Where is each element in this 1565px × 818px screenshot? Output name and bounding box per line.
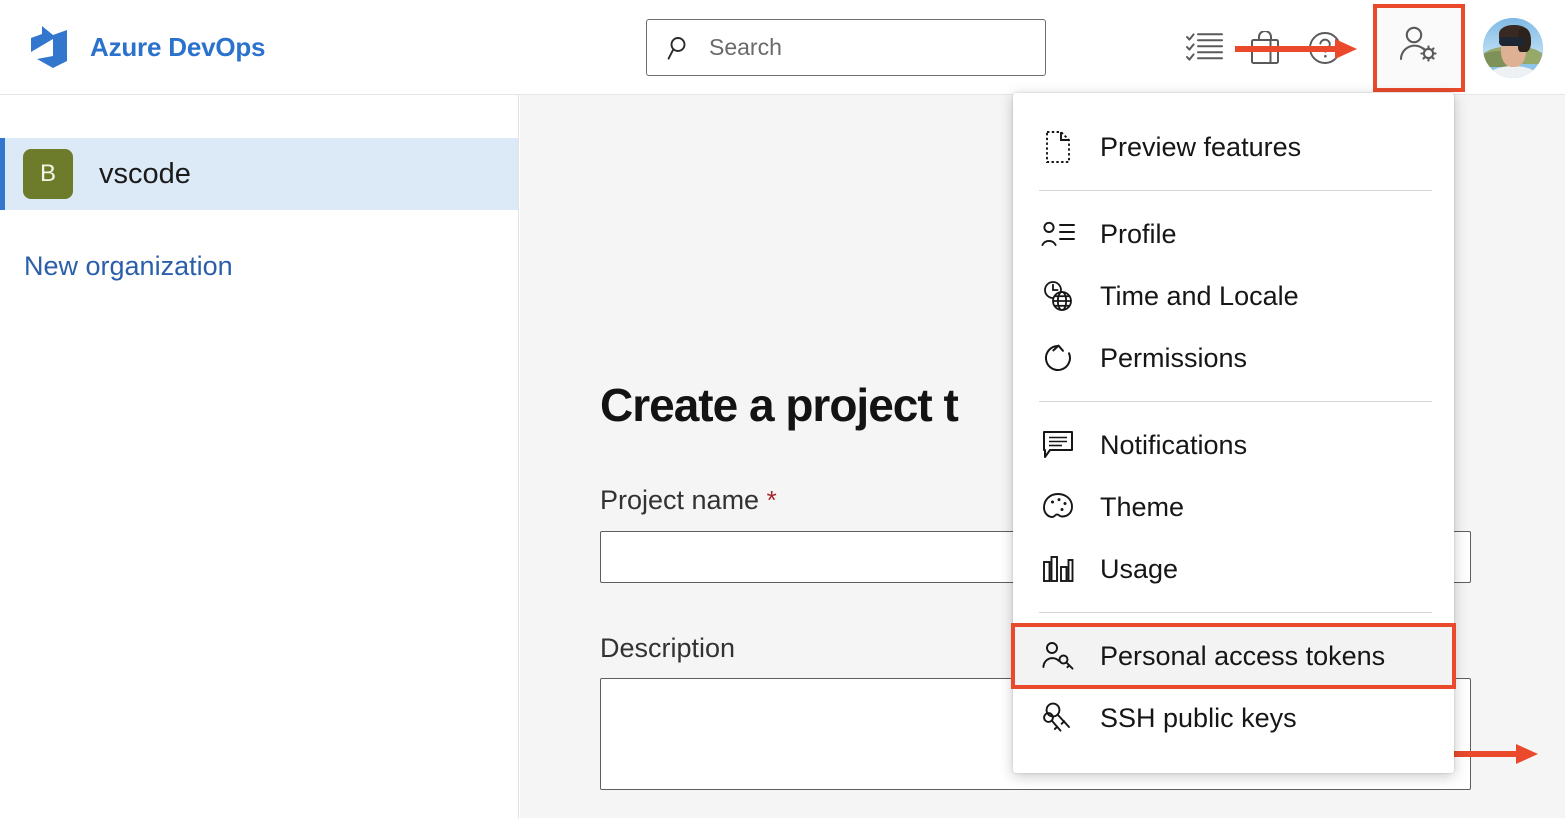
brand-name: Azure DevOps [90, 32, 265, 63]
bar-chart-icon [1039, 550, 1077, 588]
sidebar: B vscode New organization [0, 95, 519, 818]
menu-item-profile[interactable]: Profile [1013, 203, 1454, 265]
app-root: Azure DevOps [0, 0, 1565, 818]
brand[interactable]: Azure DevOps [26, 24, 265, 70]
menu-separator [1039, 612, 1432, 613]
menu-separator [1039, 401, 1432, 402]
user-settings-icon [1397, 25, 1441, 70]
clock-globe-icon [1039, 277, 1077, 315]
preview-page-icon [1039, 128, 1077, 166]
description-label: Description [600, 633, 735, 664]
sidebar-item-vscode[interactable]: B vscode [0, 138, 518, 210]
menu-separator [1039, 190, 1432, 191]
project-name-label: Project name * [600, 485, 777, 516]
menu-item-label: Permissions [1100, 343, 1247, 374]
org-name: vscode [99, 158, 191, 191]
user-settings-menu: Preview features Profile [1013, 93, 1454, 773]
profile-person-icon [1039, 215, 1077, 253]
search-input[interactable] [709, 28, 1009, 68]
top-header: Azure DevOps [0, 0, 1565, 95]
avatar[interactable] [1483, 18, 1543, 78]
refresh-circle-icon [1039, 339, 1077, 377]
project-name-label-text: Project name [600, 485, 759, 515]
required-marker: * [767, 485, 777, 515]
avatar-shirt [1489, 66, 1537, 78]
menu-item-notifications[interactable]: Notifications [1013, 414, 1454, 476]
palette-icon [1039, 488, 1077, 526]
search-icon [647, 35, 693, 61]
new-organization-link[interactable]: New organization [24, 251, 233, 282]
org-badge: B [23, 149, 73, 199]
azure-devops-logo-icon [26, 24, 70, 70]
speech-bubble-icon [1039, 426, 1077, 464]
avatar-sunglasses [1499, 37, 1525, 46]
menu-item-label: Preview features [1100, 132, 1301, 163]
user-settings-button[interactable] [1373, 4, 1465, 92]
menu-item-personal-access-tokens[interactable]: Personal access tokens [1013, 625, 1454, 687]
keys-icon [1039, 699, 1077, 737]
person-key-icon [1039, 637, 1077, 675]
menu-item-label: Notifications [1100, 430, 1247, 461]
menu-item-theme[interactable]: Theme [1013, 476, 1454, 538]
menu-item-label: Profile [1100, 219, 1177, 250]
marketplace-bag-icon[interactable] [1235, 18, 1295, 78]
menu-item-label: SSH public keys [1100, 703, 1297, 734]
menu-item-usage[interactable]: Usage [1013, 538, 1454, 600]
menu-item-label: Personal access tokens [1100, 641, 1385, 672]
menu-item-preview-features[interactable]: Preview features [1013, 116, 1454, 178]
header-actions [1175, 0, 1565, 95]
menu-item-label: Time and Locale [1100, 281, 1299, 312]
checklist-icon[interactable] [1175, 18, 1235, 78]
search-box[interactable] [646, 19, 1046, 76]
menu-item-permissions[interactable]: Permissions [1013, 327, 1454, 389]
menu-item-label: Usage [1100, 554, 1178, 585]
page-title: Create a project t [600, 378, 958, 432]
menu-item-label: Theme [1100, 492, 1184, 523]
help-question-icon[interactable] [1295, 18, 1355, 78]
menu-item-time-and-locale[interactable]: Time and Locale [1013, 265, 1454, 327]
menu-item-ssh-public-keys[interactable]: SSH public keys [1013, 687, 1454, 749]
